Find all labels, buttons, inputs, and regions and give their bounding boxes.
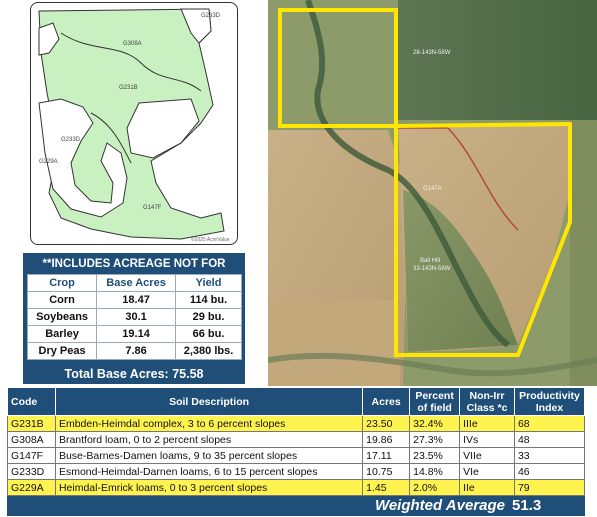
productivity-header: Productivity Index: [513, 387, 586, 416]
crop-row: Dry Peas 7.86 2,380 lbs.: [26, 342, 242, 360]
soil-row: G231B Embden-Heimdal complex, 3 to 6 per…: [7, 415, 586, 432]
field-dark-green: [398, 0, 597, 120]
weighted-average-value: 51.3: [512, 497, 542, 514]
non-soil-area-2: [126, 98, 200, 159]
unit-label: G231B: [119, 85, 138, 91]
description-header: Soil Description: [54, 387, 364, 416]
unit-label: G308A: [123, 41, 142, 47]
listing-sheet: G233D G308A G231B G233D G229A G147F ©202…: [0, 0, 597, 517]
percent-header: Percent of field: [409, 387, 461, 416]
acres-header: Acres: [362, 387, 411, 416]
unit-label: G233D: [201, 13, 221, 19]
soil-label: G147A: [423, 186, 442, 192]
crop-row: Barley 19.14 66 bu.: [26, 325, 242, 343]
yield-header: Yield: [175, 274, 242, 292]
crop-base-table: **INCLUDES ACREAGE NOT FOR SALE** Crop B…: [23, 253, 245, 384]
soil-header-row: Code Soil Description Acres Percent of fi…: [7, 387, 586, 416]
crop-header: Crop: [26, 274, 98, 292]
soil-row: G147F Buse-Barnes-Damen loams, 9 to 35 p…: [7, 447, 586, 464]
crop-note: **INCLUDES ACREAGE NOT FOR SALE**: [42, 258, 226, 290]
crop-table: Crop Base Acres Yield Corn 18.47 114 bu.…: [26, 274, 242, 360]
unit-label: G233D: [61, 137, 81, 143]
total-base-acres: Total Base Acres: 75.58: [64, 367, 204, 381]
base-acres-header: Base Acres: [96, 274, 177, 292]
place-label: Ball Hill: [420, 258, 440, 264]
aerial-map: 28-143N-58W G147A Ball Hill 33-143N-58W: [268, 0, 597, 386]
soil-table-section: Code Soil Description Acres Percent of fi…: [7, 387, 586, 516]
soil-map-panel: G233D G308A G231B G233D G229A G147F ©202…: [30, 2, 238, 245]
aerial-image: 28-143N-58W G147A Ball Hill 33-143N-58W: [268, 0, 597, 386]
soil-row: G233D Esmond-Heimdal-Darnen loams, 6 to …: [7, 463, 586, 480]
unit-label: G147F: [143, 205, 162, 211]
soil-row: G229A Heimdal-Emrick loams, 0 to 3 perce…: [7, 479, 586, 496]
crop-header-row: Crop Base Acres Yield: [26, 274, 242, 292]
section-label: 28-143N-58W: [413, 50, 451, 56]
class-header: Non-Irr Class *c: [459, 387, 515, 416]
soil-row: G308A Brantford loam, 0 to 2 percent slo…: [7, 431, 586, 448]
map-copyright: ©2025 AcreValue: [191, 236, 230, 243]
unit-label: G229A: [39, 159, 58, 165]
crop-row: Soybeans 30.1 29 bu.: [26, 308, 242, 326]
weighted-average-label: Weighted Average: [374, 497, 505, 514]
section-label: 33-143N-58W: [413, 266, 451, 272]
field-left-lower: [268, 300, 400, 386]
code-header: Code: [7, 387, 56, 416]
weighted-average-bar: Weighted Average 51.3: [7, 496, 585, 516]
crop-row: Corn 18.47 114 bu.: [26, 291, 242, 309]
soil-map-graphic: G233D G308A G231B G233D G229A G147F ©202…: [38, 8, 230, 243]
soil-table: Code Soil Description Acres Percent of fi…: [7, 387, 586, 496]
